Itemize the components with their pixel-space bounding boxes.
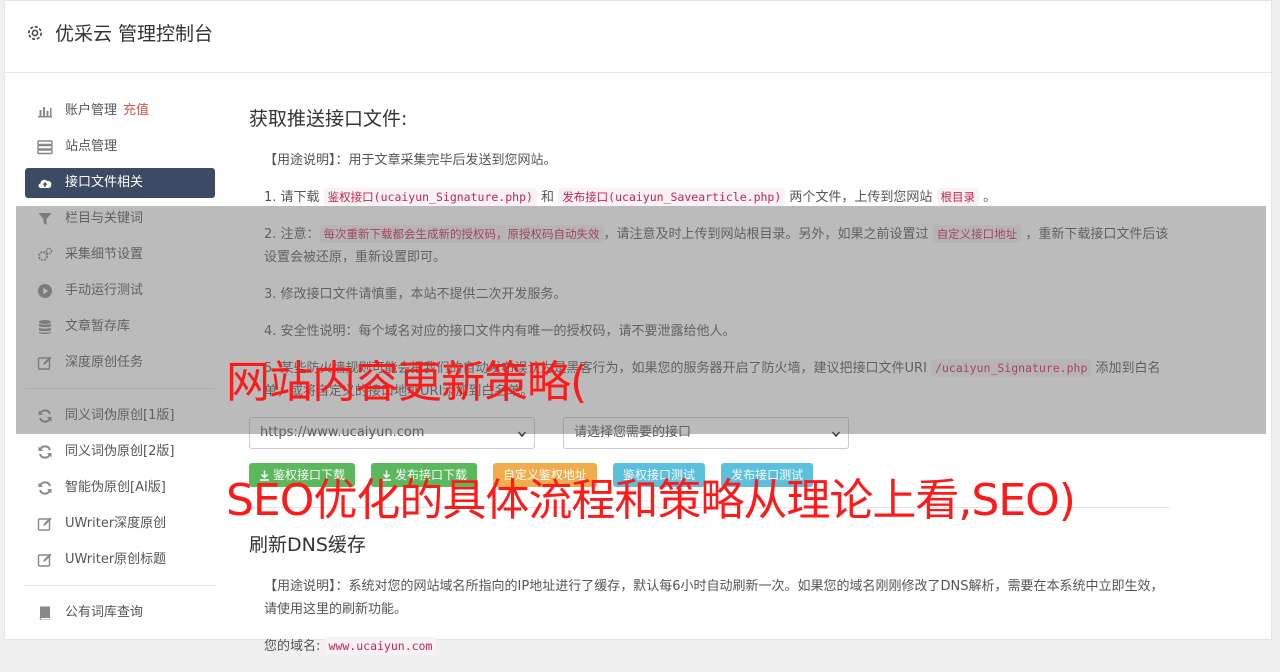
refresh-icon [38,445,52,459]
usage-note: 【用途说明】：用于文章采集完毕后发送到您网站。 [264,149,1169,172]
domain-label: 您的域名: [264,639,321,654]
instruction-text: 和 [536,190,559,205]
sidebar-item-label: UWriter原创标题 [65,552,167,567]
header: 优采云 管理控制台 [5,1,1271,73]
cloud-upload-icon [38,179,52,188]
book-icon [39,606,50,620]
watermark-line-2: SEO优化的具体流程和策略从理论上看,SEO) [226,475,1076,526]
refresh-icon [38,481,52,495]
app-title: 优采云 管理控制台 [55,23,214,45]
sidebar-item-label: 同义词伪原创[2版] [65,444,175,459]
sidebar-divider [25,585,215,586]
sidebar-item-ai-pseudo-original[interactable]: 智能伪原创[AI版] [25,473,215,503]
sidebar-item-label: 公有词库查询 [65,605,144,620]
sidebar-item-label: 智能伪原创[AI版] [65,480,166,495]
instruction-text: 1. 请下载 [264,190,324,205]
sidebar-item-synonym-v2[interactable]: 同义词伪原创[2版] [25,437,215,467]
sidebar-item-uwriter-title[interactable]: UWriter原创标题 [25,545,215,575]
instruction-text: 。 [979,190,997,205]
domain-row: 您的域名: www.ucaiyun.com [264,635,1169,658]
recharge-link[interactable]: 充值 [123,103,149,118]
usage-text: ：系统对您的网站域名所指向的IP地址进行了缓存，默认每6小时自动刷新一次。如果您… [264,579,1164,617]
sidebar-item-uwriter-deep[interactable]: UWriter深度原创 [25,509,215,539]
sidebar-item-label: 站点管理 [65,139,118,154]
watermark-line-1: 网站内容更新策略( [226,357,587,408]
sidebar-item-public-dictionary[interactable]: 公有词库查询 [25,598,215,628]
root-dir-code: 根目录 [936,188,980,206]
sidebar-item-api-files[interactable]: 接口文件相关 [25,168,215,198]
usage-text: ：用于文章采集完毕后发送到您网站。 [335,153,557,168]
edit-icon [37,517,52,531]
publish-api-file: 发布接口(ucaiyun_Savearticle.php) [558,188,786,206]
dns-usage-note: 【用途说明】：系统对您的网站域名所指向的IP地址进行了缓存，默认每6小时自动刷新… [264,575,1169,621]
edit-icon [37,553,52,567]
gear-icon [28,26,42,40]
instruction-text: 两个文件，上传到您网站 [785,190,937,205]
sidebar-item-label: 账户管理 [65,103,118,118]
section-title-dns: 刷新DNS缓存 [249,534,366,556]
server-icon [37,140,53,155]
sidebar-item-account[interactable]: 账户管理 充值 [25,96,215,126]
sidebar-item-sites[interactable]: 站点管理 [25,132,215,162]
bar-chart-icon [38,107,52,118]
usage-label: 【用途说明】 [264,579,336,594]
section-title-api-files: 获取推送接口文件: [249,108,408,130]
usage-label: 【用途说明】 [264,153,336,168]
gray-overlay [16,206,1266,434]
sidebar-item-label: UWriter深度原创 [65,516,167,531]
sidebar-item-label: 接口文件相关 [65,175,144,190]
sign-api-file: 鉴权接口(ucaiyun_Signature.php) [323,188,537,206]
